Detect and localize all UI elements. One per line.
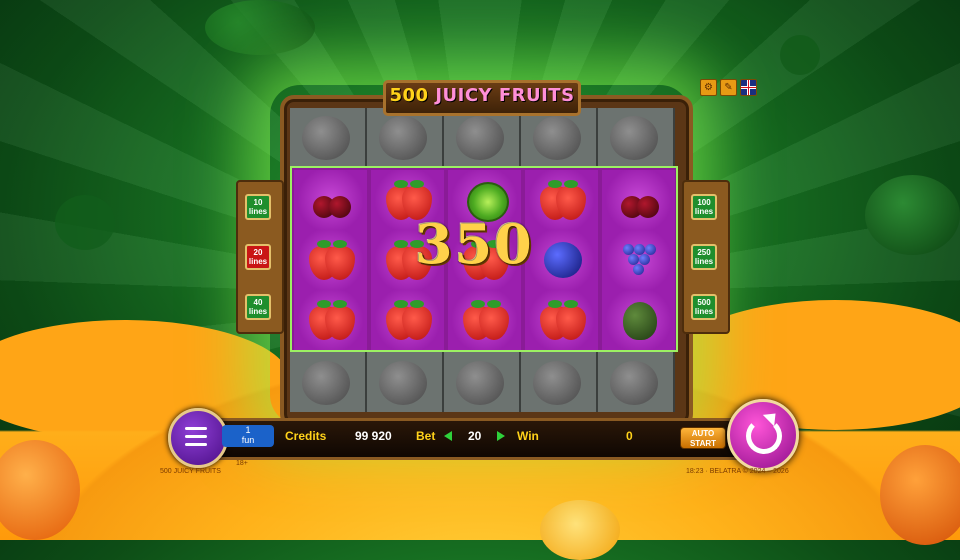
lines-value: 20 — [253, 248, 263, 257]
lemon-icon — [533, 116, 581, 160]
symbol-strawberry — [294, 290, 367, 350]
grapes-icon — [613, 238, 665, 282]
lines-value: 100 — [697, 198, 711, 207]
strawberry-icon — [459, 298, 511, 342]
symbol-grapes — [602, 230, 675, 290]
title-prefix: 500 — [389, 85, 429, 106]
lines-button-20[interactable]: 20 lines — [245, 244, 271, 270]
bet-label: Bet — [416, 429, 436, 443]
lemon-icon — [302, 116, 350, 160]
symbol-cherry — [294, 170, 367, 230]
menu-icon-line — [185, 443, 207, 446]
lines-button-10[interactable]: 10 lines — [245, 194, 271, 220]
lemon-icon — [610, 361, 658, 405]
spin-button[interactable] — [727, 399, 799, 471]
symbol-grapes — [598, 108, 673, 168]
strawberry-icon — [305, 298, 357, 342]
plum-icon — [456, 116, 504, 160]
footer-copyright: 18:23 · BELATRA © 2024 – 2026 — [686, 468, 789, 475]
symbol-plum — [525, 230, 598, 290]
lines-button-100[interactable]: 100 lines — [691, 194, 717, 220]
top-icons: ⚙ ✎ — [700, 79, 757, 96]
lines-word: lines — [248, 307, 268, 316]
auto-start-button[interactable]: AUTO START — [680, 427, 726, 449]
menu-icon — [185, 427, 207, 430]
symbol-strawberry — [525, 290, 598, 350]
bg-plum-decoration — [865, 175, 960, 255]
plum-icon — [536, 238, 588, 282]
fun-label: fun — [241, 435, 255, 445]
bg-grape-decoration — [205, 0, 315, 55]
win-amount-display: 350 — [415, 212, 534, 276]
lemon-icon — [533, 361, 581, 405]
uk-flag-icon[interactable] — [740, 79, 757, 96]
symbol-plum — [444, 108, 519, 168]
bet-value: 20 — [468, 429, 482, 443]
plum-icon — [302, 361, 350, 405]
strawberry-icon — [536, 298, 588, 342]
bet-increase-button[interactable] — [497, 431, 505, 441]
bet-decrease-button[interactable] — [444, 431, 452, 441]
symbol-lemon — [598, 353, 673, 413]
credits-label: Credits — [285, 429, 327, 443]
game-title: 500 JUICY FRUITS — [383, 80, 581, 116]
lines-word: lines — [694, 207, 714, 216]
lines-value: 10 — [253, 198, 263, 207]
cherry-icon — [613, 178, 665, 222]
fun-mode-badge[interactable]: 1 fun — [222, 425, 274, 447]
lines-panel-right: 100 lines 250 lines 500 lines — [682, 180, 730, 334]
footer-age-rating: 18+ — [236, 460, 248, 467]
watermelon-icon — [379, 361, 427, 405]
symbol-plum — [290, 353, 365, 413]
menu-button[interactable] — [168, 408, 228, 468]
title-name: JUICY FRUITS — [435, 85, 575, 106]
lines-button-250[interactable]: 250 lines — [691, 244, 717, 270]
settings-icon[interactable]: ⚙ — [700, 79, 717, 96]
fun-value: 1 — [245, 425, 251, 435]
strawberry-icon — [305, 238, 357, 282]
symbol-lemon — [290, 108, 365, 168]
symbol-strawberry — [448, 290, 521, 350]
symbol-strawberry — [371, 290, 444, 350]
bg-orange-right-decoration — [880, 445, 960, 545]
lines-value: 500 — [697, 298, 711, 307]
lines-word: lines — [694, 307, 714, 316]
bg-lemon-decoration — [540, 500, 620, 560]
win-value: 0 — [626, 429, 633, 443]
start-label: START — [689, 439, 717, 448]
symbol-strawberry — [525, 170, 598, 230]
symbol-seven — [367, 108, 442, 168]
lines-panel-left: 10 lines 20 lines 40 lines — [236, 180, 284, 334]
symbol-lemon — [521, 108, 596, 168]
bg-cherry-decoration — [780, 35, 820, 75]
lines-word: lines — [248, 207, 268, 216]
lines-word: lines — [694, 257, 714, 266]
seven-icon — [379, 116, 427, 160]
lines-value: 250 — [697, 248, 711, 257]
win-label: Win — [517, 429, 539, 443]
auto-label: AUTO — [691, 429, 715, 438]
paytable-icon[interactable]: ✎ — [720, 79, 737, 96]
symbol-watermelon — [367, 353, 442, 413]
grapes-icon — [610, 116, 658, 160]
symbol-lemon — [521, 353, 596, 413]
strawberry-icon — [536, 178, 588, 222]
lines-button-500[interactable]: 500 lines — [691, 294, 717, 320]
symbol-pear — [602, 290, 675, 350]
lines-value: 40 — [253, 298, 263, 307]
pear-icon — [613, 298, 665, 342]
symbol-strawberry — [444, 353, 519, 413]
footer-game-name: 500 JUICY FRUITS — [160, 468, 221, 475]
strawberry-icon — [382, 298, 434, 342]
menu-icon-line — [185, 435, 207, 438]
lines-button-40[interactable]: 40 lines — [245, 294, 271, 320]
symbol-strawberry — [294, 230, 367, 290]
credits-value: 99 920 — [355, 429, 392, 443]
symbol-cherry — [602, 170, 675, 230]
strawberry-icon — [456, 361, 504, 405]
lines-word: lines — [248, 257, 268, 266]
bg-strawberry-decoration — [55, 195, 115, 250]
cherry-icon — [305, 178, 357, 222]
